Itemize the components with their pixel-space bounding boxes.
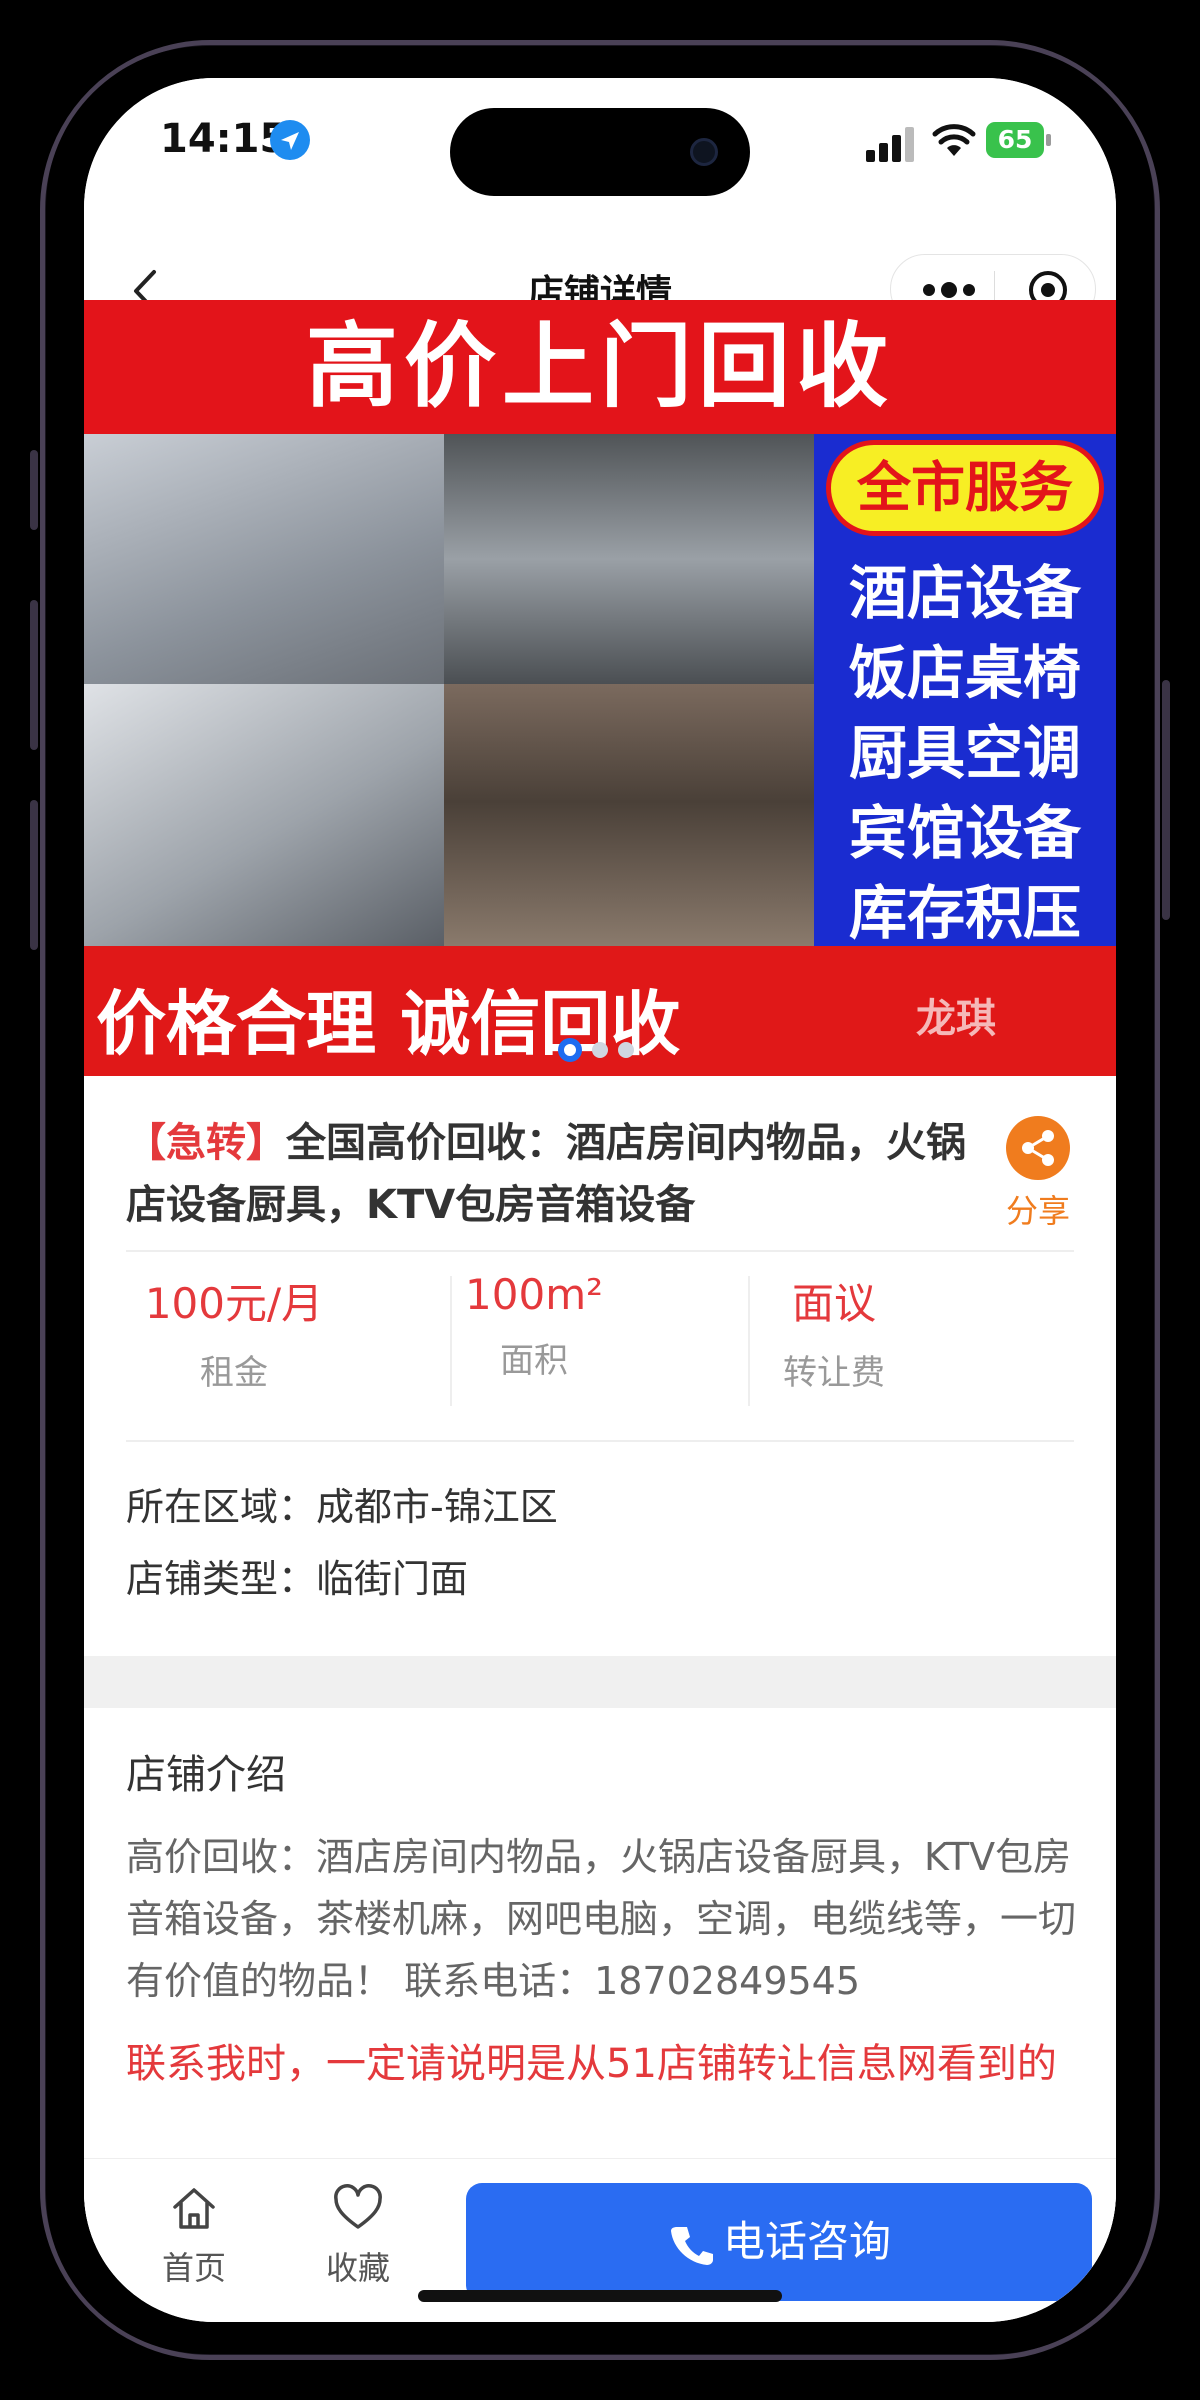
listing-title: 【急转】全国高价回收：酒店房间内物品，火锅店设备厨具，KTV包房音箱设备 bbox=[126, 1112, 996, 1236]
home-icon bbox=[173, 2188, 215, 2229]
front-camera bbox=[690, 138, 718, 166]
service-badge: 全市服务 bbox=[826, 440, 1104, 536]
shop-type-label: 店铺类型： bbox=[126, 1557, 317, 1601]
battery-icon: 65 bbox=[986, 122, 1044, 158]
shop-type-row: 店铺类型：临街门面 bbox=[126, 1548, 468, 1603]
service-item: 酒店设备 bbox=[848, 559, 1081, 627]
service-item: 饭店桌椅 bbox=[848, 639, 1081, 707]
service-item: 宾馆设备 bbox=[848, 799, 1081, 867]
service-item: 库存积压 bbox=[848, 879, 1081, 947]
fee-value: 面议 bbox=[791, 1279, 876, 1328]
carousel-dot-active[interactable] bbox=[558, 1038, 582, 1062]
photo-ovens bbox=[444, 684, 814, 946]
call-button[interactable]: 电话咨询 bbox=[466, 2183, 1092, 2301]
fee-stat: 面议 转让费 bbox=[684, 1270, 984, 1394]
area-label: 面积 bbox=[500, 1341, 568, 1381]
banner-watermark: 龙琪 bbox=[916, 996, 996, 1042]
banner-headline: 高价上门回收 bbox=[84, 300, 1116, 434]
tab-favorite-label: 收藏 bbox=[325, 2249, 390, 2287]
rent-value: 100元/月 bbox=[144, 1279, 324, 1328]
location-icon bbox=[270, 120, 310, 160]
wifi-icon bbox=[932, 124, 976, 156]
share-icon bbox=[1006, 1116, 1070, 1180]
divider bbox=[126, 1250, 1074, 1252]
intro-text: 高价回收：酒店房间内物品，火锅店设备厨具，KTV包房音箱设备，茶楼机麻，网吧电脑… bbox=[126, 1835, 1077, 2003]
share-button[interactable]: 分享 bbox=[1002, 1116, 1074, 1232]
call-button-label: 电话咨询 bbox=[722, 2217, 891, 2266]
area-stat: 100m² 面积 bbox=[384, 1270, 684, 1382]
share-label: 分享 bbox=[1005, 1192, 1070, 1230]
tab-home-label: 首页 bbox=[161, 2249, 226, 2287]
status-bar: 14:15 65 bbox=[84, 78, 1116, 228]
status-time: 14:15 bbox=[160, 116, 288, 162]
intro-heading: 店铺介绍 bbox=[126, 1752, 286, 1798]
banner-services-panel: 全市服务 酒店设备 饭店桌椅 厨具空调 宾馆设备 库存积压 bbox=[814, 434, 1116, 947]
region-value: 成都市-锦江区 bbox=[316, 1485, 558, 1529]
side-button bbox=[30, 450, 38, 530]
home-indicator bbox=[418, 2290, 782, 2302]
tab-home[interactable]: 首页 bbox=[134, 2181, 254, 2289]
carousel-dot[interactable] bbox=[618, 1042, 634, 1058]
divider bbox=[126, 1440, 1074, 1442]
signal-icon bbox=[866, 127, 914, 162]
photo-kitchen bbox=[84, 684, 444, 946]
listing-card: 【急转】全国高价回收：酒店房间内物品，火锅店设备厨具，KTV包房音箱设备 分享 … bbox=[84, 1076, 1116, 1656]
phone-icon bbox=[670, 2226, 713, 2265]
region-row: 所在区域：成都市-锦江区 bbox=[126, 1476, 558, 1531]
dynamic-island bbox=[450, 108, 750, 196]
contact-notice: 联系我时，一定请说明是从51店铺转让信息网看到的 bbox=[126, 2041, 1057, 2087]
urgent-tag: 【急转】 bbox=[126, 1120, 286, 1166]
carousel-dot[interactable] bbox=[592, 1042, 608, 1058]
rent-label: 租金 bbox=[200, 1353, 268, 1393]
service-item: 厨具空调 bbox=[848, 719, 1081, 787]
tab-favorite[interactable]: 收藏 bbox=[298, 2181, 418, 2289]
rent-stat: 100元/月 租金 bbox=[84, 1270, 384, 1394]
phone-screen: 14:15 65 店铺详情 高价上门回收 全市服务 酒店设备 饭店桌椅 厨具空调… bbox=[84, 78, 1116, 2322]
volume-up-button bbox=[30, 600, 38, 750]
section-gap bbox=[84, 1656, 1116, 1708]
shop-type-value: 临街门面 bbox=[316, 1557, 469, 1601]
volume-down-button bbox=[30, 800, 38, 950]
area-value: 100m² bbox=[465, 1270, 603, 1319]
image-carousel[interactable]: 高价上门回收 全市服务 酒店设备 饭店桌椅 厨具空调 宾馆设备 库存积压 价格合… bbox=[84, 300, 1116, 1076]
heart-icon bbox=[334, 2184, 382, 2229]
banner-photos bbox=[84, 434, 814, 946]
fee-label: 转让费 bbox=[783, 1353, 885, 1393]
photo-air-conditioners bbox=[84, 434, 444, 684]
power-button bbox=[1162, 680, 1170, 920]
battery-tip bbox=[1046, 134, 1051, 146]
photo-fridges bbox=[444, 434, 814, 684]
region-label: 所在区域： bbox=[126, 1485, 317, 1529]
